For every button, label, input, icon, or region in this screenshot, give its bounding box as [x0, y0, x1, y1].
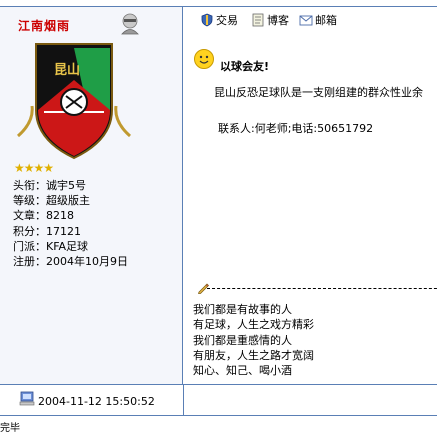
status-text: 完毕: [0, 423, 20, 434]
team-logo: 昆山: [16, 43, 132, 160]
mail-label: 邮箱: [315, 14, 337, 27]
info-level: 等级：超级版主: [13, 194, 90, 208]
info-title: 头衔：诚宇5号: [13, 179, 86, 192]
svg-text:昆山: 昆山: [54, 62, 80, 78]
post-body-line: 昆山反恐足球队是一支刚组建的群众性业余: [214, 86, 423, 99]
blog-label: 博客: [267, 14, 289, 27]
shield-icon: [201, 13, 213, 27]
info-registered: 注册：2004年10月9日: [13, 255, 128, 269]
footer-divider: [183, 384, 184, 416]
online-status-icon: [121, 13, 139, 35]
signature-line: 我们都是有故事的人: [193, 303, 292, 316]
computer-icon: [19, 391, 35, 406]
mail-button[interactable]: 邮箱: [299, 12, 337, 28]
trade-label: 交易: [216, 14, 238, 27]
author-name[interactable]: 江南烟雨: [18, 17, 70, 34]
signature: 我们都是有故事的人 有足球，人生之戏方精彩 我们都是重感情的人 有朋友，人生之路…: [193, 302, 314, 378]
signature-line: 有朋友，人生之路才宽阔: [193, 348, 314, 362]
info-points: 积分：17121: [13, 224, 81, 238]
signature-divider: [207, 288, 437, 289]
signature-line: 我们都是重感情的人: [193, 333, 292, 347]
trade-button[interactable]: 交易: [200, 12, 238, 28]
signature-line: 有足球，人生之戏方精彩: [193, 318, 314, 332]
info-posts: 文章：8218: [13, 209, 74, 223]
signature-line: 知心、知己、喝小酒: [193, 364, 292, 378]
rank-stars: ★★★★: [14, 161, 54, 175]
below-area: [0, 416, 437, 429]
author-info: 头衔：诚宇5号 等级：超级版主 文章：8218 积分：17121 门派：KFA足…: [13, 178, 128, 269]
top-border: [0, 0, 437, 7]
envelope-icon: [299, 15, 313, 26]
notebook-icon: [252, 13, 264, 27]
post-time: 2004-11-12 15:50:52: [38, 395, 155, 408]
post-contact-line: 联系人:何老师;电话:50651792: [218, 122, 374, 135]
post-subject: 以球会友!: [220, 60, 270, 73]
info-group: 门派：KFA足球: [13, 239, 89, 253]
smile-icon: [194, 49, 214, 69]
blog-button[interactable]: 博客: [251, 12, 289, 28]
